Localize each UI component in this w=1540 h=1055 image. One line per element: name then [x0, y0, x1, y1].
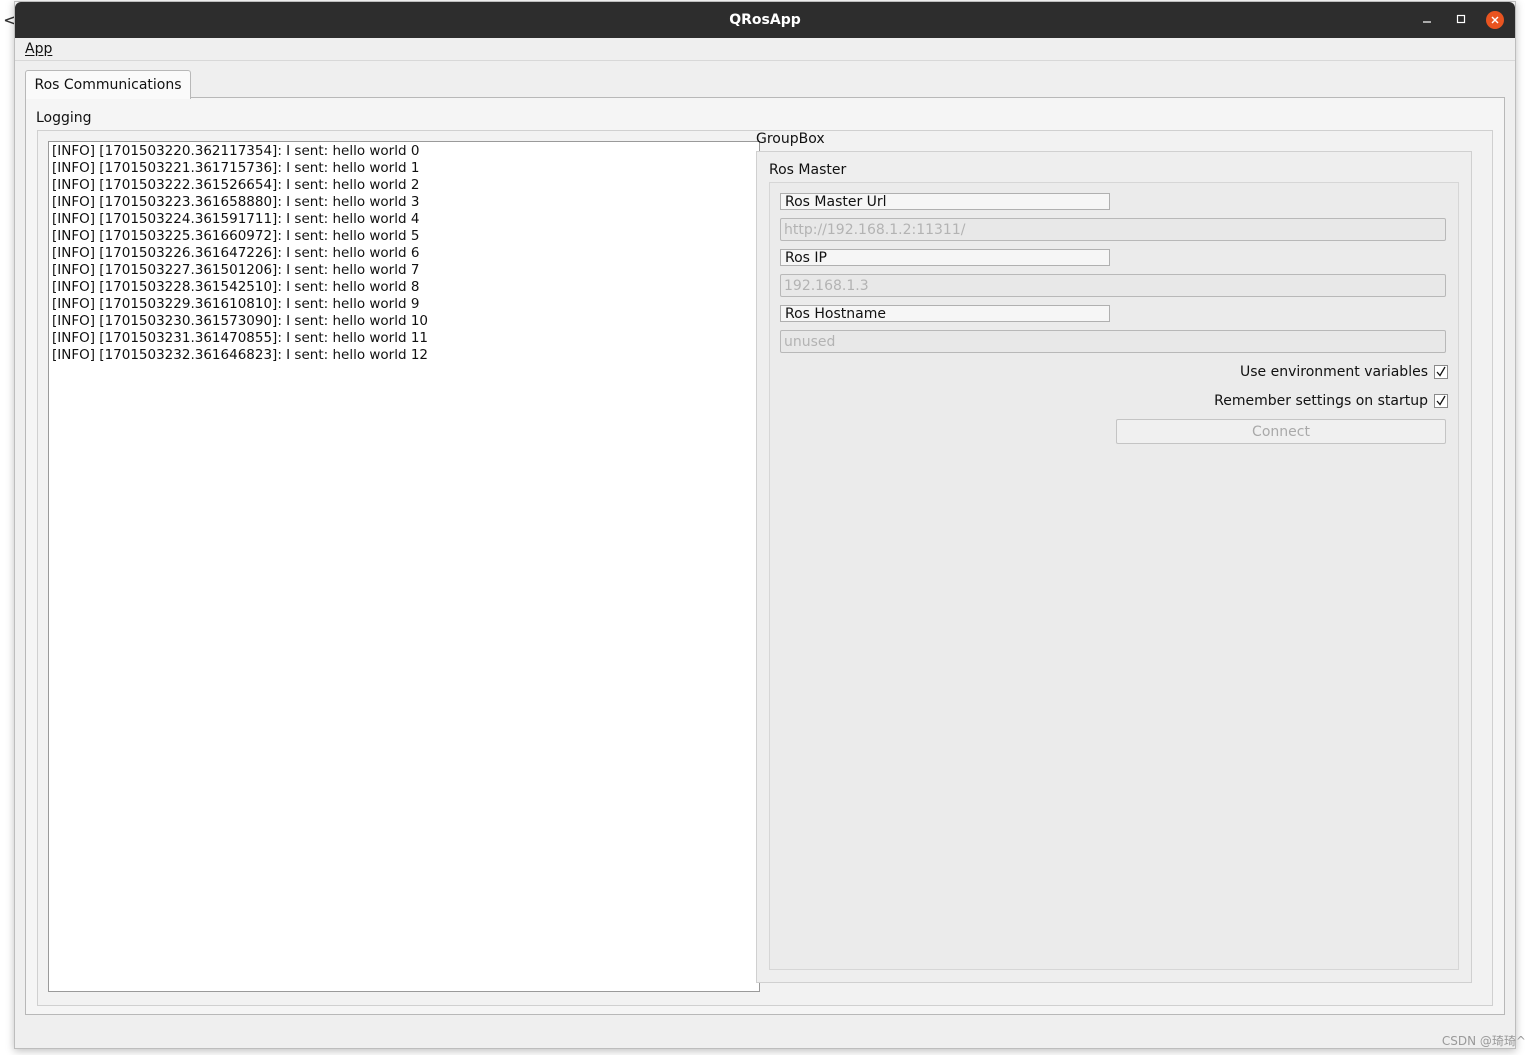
list-item[interactable]: [INFO] [1701503230.361573090]: I sent: h… — [52, 313, 756, 330]
list-item[interactable]: [INFO] [1701503226.361647226]: I sent: h… — [52, 245, 756, 262]
groupbox-label: GroupBox — [756, 131, 825, 147]
ros-master-url-label: Ros Master Url — [780, 193, 1110, 210]
ros-ip-label: Ros IP — [780, 249, 1110, 266]
list-item[interactable]: [INFO] [1701503231.361470855]: I sent: h… — [52, 330, 756, 347]
log-list[interactable]: [INFO] [1701503220.362117354]: I sent: h… — [48, 141, 760, 992]
minimize-icon — [1423, 21, 1431, 23]
minimize-button[interactable] — [1418, 11, 1436, 29]
list-item[interactable]: [INFO] [1701503225.361660972]: I sent: h… — [52, 228, 756, 245]
use-env-label: Use environment variables — [1240, 364, 1428, 380]
list-item[interactable]: [INFO] [1701503223.361658880]: I sent: h… — [52, 194, 756, 211]
maximize-icon — [1456, 14, 1466, 24]
remember-settings-row: Remember settings on startup — [1214, 392, 1448, 410]
list-item[interactable]: [INFO] [1701503232.361646823]: I sent: h… — [52, 347, 756, 364]
app-window: QRosApp App Ros Communications Logging [… — [14, 1, 1516, 1049]
watermark: CSDN @琦琦^ — [1441, 1034, 1526, 1048]
menu-app[interactable]: App — [25, 41, 52, 57]
menu-bar: App — [15, 38, 1515, 61]
use-env-row: Use environment variables — [1240, 363, 1448, 381]
ros-ip-input[interactable]: 192.168.1.3 — [780, 274, 1446, 297]
tab-panel: Logging [INFO] [1701503220.362117354]: I… — [25, 97, 1505, 1015]
checkmark-icon — [1436, 366, 1446, 377]
list-item[interactable]: [INFO] [1701503228.361542510]: I sent: h… — [52, 279, 756, 296]
ros-master-label: Ros Master — [769, 162, 847, 178]
close-icon — [1491, 16, 1499, 24]
list-item[interactable]: [INFO] [1701503222.361526654]: I sent: h… — [52, 177, 756, 194]
list-item[interactable]: [INFO] [1701503229.361610810]: I sent: h… — [52, 296, 756, 313]
ros-master-url-input[interactable]: http://192.168.1.2:11311/ — [780, 218, 1446, 241]
ros-hostname-label: Ros Hostname — [780, 305, 1110, 322]
close-button[interactable] — [1486, 11, 1504, 29]
connect-button[interactable]: Connect — [1116, 419, 1446, 444]
list-item[interactable]: [INFO] [1701503227.361501206]: I sent: h… — [52, 262, 756, 279]
ros-hostname-input[interactable]: unused — [780, 330, 1446, 353]
logging-frame: [INFO] [1701503220.362117354]: I sent: h… — [37, 130, 1493, 1006]
window-title: QRosApp — [729, 12, 801, 28]
maximize-button[interactable] — [1452, 11, 1470, 29]
list-item[interactable]: [INFO] [1701503224.361591711]: I sent: h… — [52, 211, 756, 228]
ros-master-frame: Ros Master Url http://192.168.1.2:11311/… — [769, 182, 1459, 970]
tab-ros-communications[interactable]: Ros Communications — [25, 70, 191, 99]
remember-settings-checkbox[interactable] — [1434, 394, 1448, 408]
logging-label: Logging — [36, 110, 92, 126]
groupbox-frame: Ros Master Ros Master Url http://192.168… — [756, 151, 1472, 983]
list-item[interactable]: [INFO] [1701503220.362117354]: I sent: h… — [52, 143, 756, 160]
title-bar: QRosApp — [15, 2, 1515, 38]
checkmark-icon — [1436, 395, 1446, 406]
tab-label: Ros Communications — [34, 77, 182, 93]
list-item[interactable]: [INFO] [1701503221.361715736]: I sent: h… — [52, 160, 756, 177]
use-env-checkbox[interactable] — [1434, 365, 1448, 379]
remember-settings-label: Remember settings on startup — [1214, 393, 1428, 409]
